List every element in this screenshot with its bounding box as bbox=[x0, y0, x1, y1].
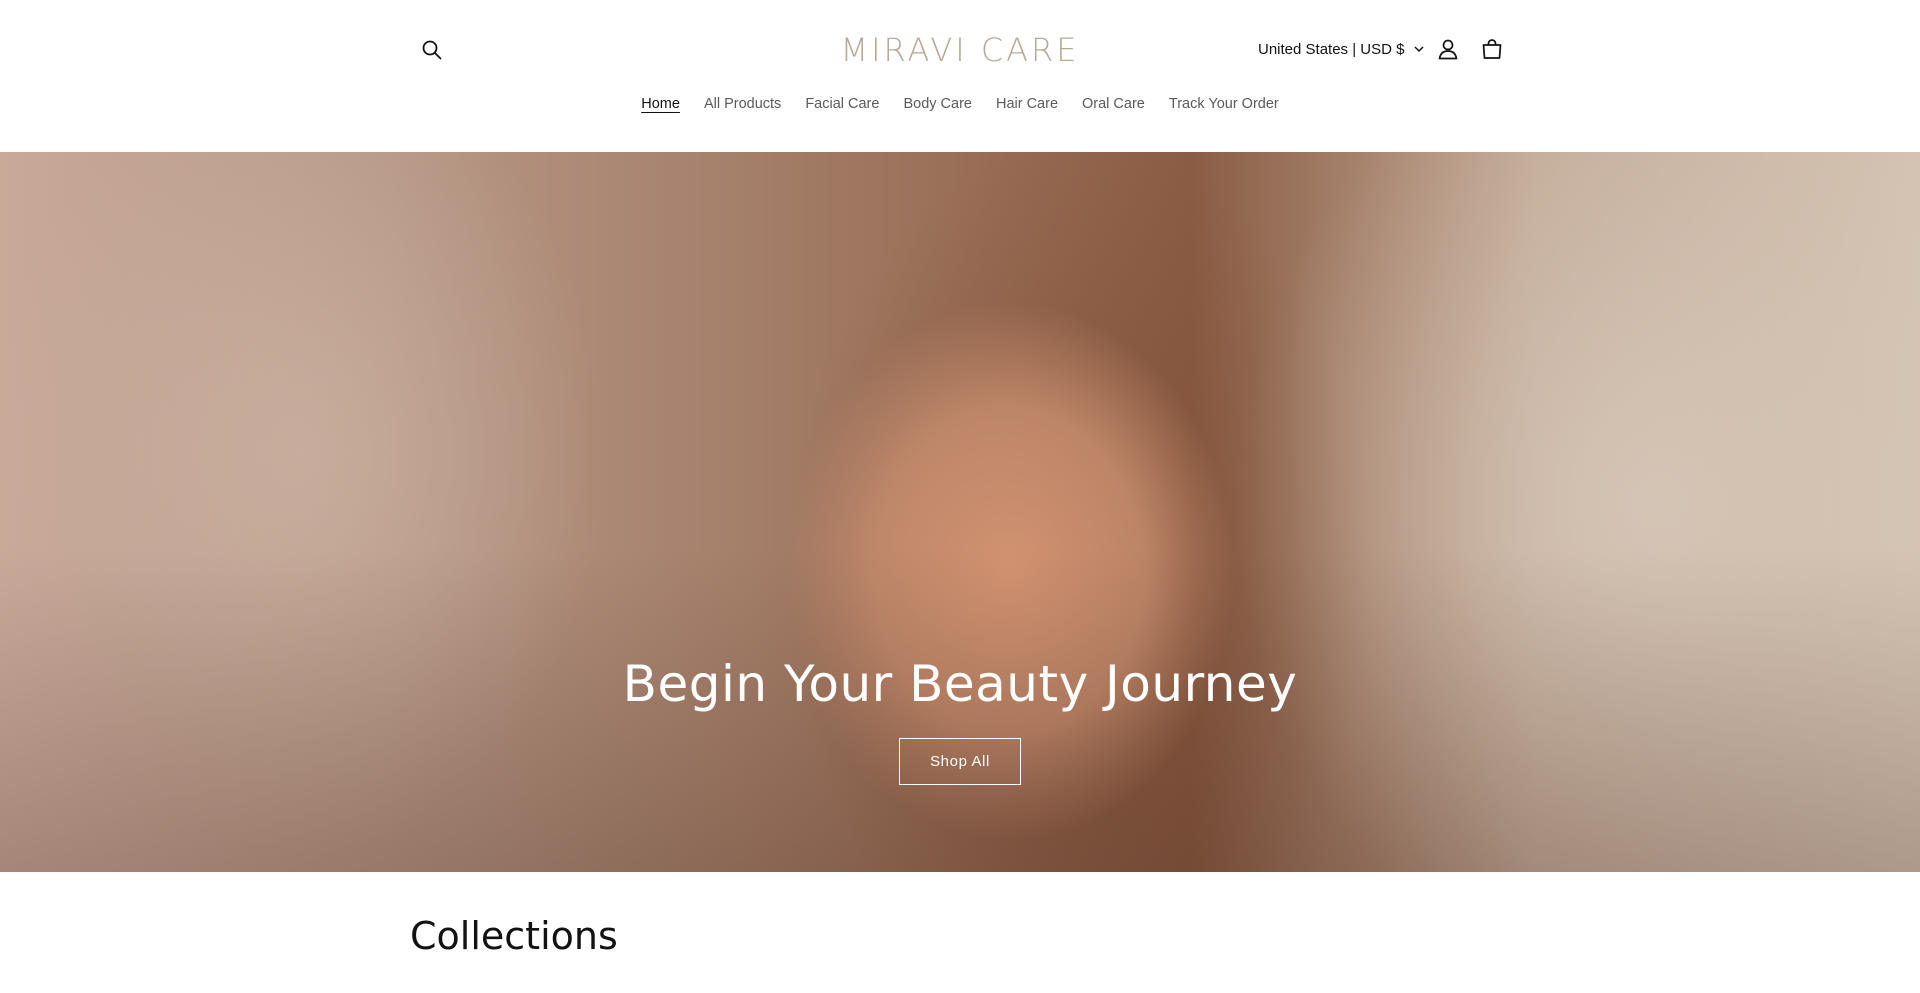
nav-item-all-products[interactable]: All Products bbox=[704, 96, 781, 114]
search-button[interactable] bbox=[414, 32, 450, 68]
account-button[interactable] bbox=[1430, 31, 1466, 67]
hero-banner: Begin Your Beauty Journey Shop All bbox=[0, 152, 1920, 872]
cart-icon bbox=[1482, 39, 1502, 59]
localization-label: United States | USD $ bbox=[1258, 40, 1405, 58]
collections-heading: Collections bbox=[410, 914, 618, 958]
nav-item-oral-care[interactable]: Oral Care bbox=[1082, 96, 1145, 114]
nav-item-facial-care[interactable]: Facial Care bbox=[805, 96, 879, 114]
chevron-down-icon bbox=[1414, 45, 1424, 52]
nav-item-body-care[interactable]: Body Care bbox=[903, 96, 972, 114]
nav-item-hair-care[interactable]: Hair Care bbox=[996, 96, 1058, 114]
site-logo[interactable]: MIRAVI CARE bbox=[840, 31, 1079, 69]
shop-all-button[interactable]: Shop All bbox=[899, 738, 1021, 785]
nav-item-home[interactable]: Home bbox=[641, 96, 680, 114]
nav-item-track-order[interactable]: Track Your Order bbox=[1169, 96, 1279, 114]
hero-title: Begin Your Beauty Journey bbox=[622, 655, 1298, 713]
account-icon bbox=[1438, 39, 1458, 60]
search-icon bbox=[422, 40, 442, 60]
site-header: MIRAVI CARE United States | USD $ Home A… bbox=[0, 0, 1920, 152]
logo-container: MIRAVI CARE bbox=[0, 30, 1920, 70]
cart-button[interactable] bbox=[1474, 31, 1510, 67]
hero-content: Begin Your Beauty Journey Shop All bbox=[0, 652, 1920, 785]
main-nav: Home All Products Facial Care Body Care … bbox=[0, 96, 1920, 114]
country-currency-selector[interactable]: United States | USD $ bbox=[1258, 36, 1424, 62]
